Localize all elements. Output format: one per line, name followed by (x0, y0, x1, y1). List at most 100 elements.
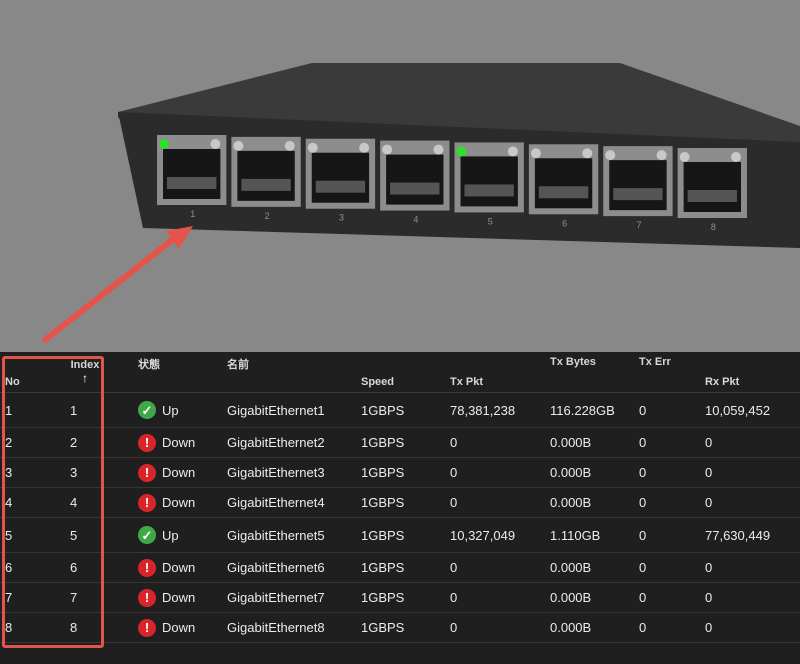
rj45-pins (613, 188, 663, 201)
cell-status: ! Down (138, 457, 227, 488)
port-number-label: 1 (190, 209, 195, 219)
cell-tx-err: 0 (639, 517, 705, 553)
cell-name: GigabitEthernet3 (227, 457, 361, 488)
port-led (456, 146, 467, 157)
cell-tx-bytes: 0.000B (550, 457, 639, 488)
cell-rx-pkt: 0 (705, 427, 800, 458)
cell-tx-err: 0 (639, 612, 705, 643)
alert-circle-icon: ! (138, 558, 156, 577)
cell-status: ! Down (138, 427, 227, 458)
status-label: Up (162, 527, 179, 543)
port-led (679, 152, 690, 162)
table-row[interactable]: 7 7! Down GigabitEthernet7 1GBPS 0 0.000B 0 0 (0, 582, 800, 613)
alert-circle-icon: ! (138, 618, 156, 637)
cell-no: 4 (0, 487, 70, 518)
cell-speed: 1GBPS (361, 582, 450, 613)
alert-circle-icon: ! (138, 493, 156, 512)
cell-index: 4 (70, 487, 138, 518)
status-label: Up (162, 402, 179, 418)
alert-circle-icon: ! (138, 433, 156, 452)
table-row[interactable]: 1 1 ✓ Up GigabitEthernet1 1GBPS 78,381,238 116.… (0, 392, 800, 428)
port-led-secondary (433, 144, 444, 155)
port-led (382, 144, 393, 155)
cell-index: 7 (70, 582, 138, 613)
port-led-secondary (656, 150, 667, 161)
header-tx-bytes[interactable]: Tx Bytes (550, 352, 639, 393)
interface-table-container: No Index ↑ 状態 名前 Speed Tx Pkt Tx Bytes T… (0, 352, 800, 664)
port-number-label: 4 (413, 215, 418, 225)
cell-status: ✓ Up (138, 392, 227, 428)
rj45-jack (609, 160, 667, 211)
cell-index: 3 (70, 457, 138, 488)
cell-tx-err: 0 (639, 487, 705, 518)
table-row[interactable]: 2 2! Down GigabitEthernet2 1GBPS 0 0.000B 0 0 (0, 427, 800, 458)
header-speed[interactable]: Speed (361, 352, 450, 393)
port-led-secondary (731, 152, 741, 162)
port-led (530, 148, 541, 159)
cell-name: GigabitEthernet2 (227, 427, 361, 458)
cell-tx-pkt: 78,381,238 (450, 392, 550, 428)
table-body: 1 1 ✓ Up GigabitEthernet1 1GBPS 78,381,238 116.… (0, 392, 800, 643)
header-name[interactable]: 名前 (227, 352, 361, 393)
rj45-jack (311, 152, 370, 203)
cell-speed: 1GBPS (361, 392, 450, 428)
cell-no: 5 (0, 517, 70, 553)
rj45-pins (315, 180, 366, 193)
header-index[interactable]: Index ↑ (70, 352, 138, 393)
rj45-jack (386, 154, 444, 205)
status-label: Down (162, 465, 196, 480)
cell-status: ! Down (138, 487, 227, 518)
table-row[interactable]: 4 4! Down GigabitEthernet4 1GBPS 0 0.000B 0 0 (0, 487, 800, 518)
cell-speed: 1GBPS (361, 552, 450, 583)
cell-name: GigabitEthernet8 (227, 612, 361, 643)
cell-name: GigabitEthernet1 (227, 392, 361, 428)
cell-rx-pkt: 77,630,449 (705, 517, 800, 553)
rj45-jack (460, 156, 518, 207)
header-tx-pkt[interactable]: Tx Pkt (450, 352, 550, 393)
port-led (307, 142, 318, 153)
cell-tx-bytes: 0.000B (550, 487, 639, 518)
cell-no: 1 (0, 392, 70, 428)
port-number-label: 8 (711, 222, 716, 232)
cell-tx-pkt: 0 (450, 457, 550, 488)
cell-rx-pkt: 0 (705, 582, 800, 613)
port-led-secondary (359, 142, 370, 153)
cell-speed: 1GBPS (361, 612, 450, 643)
port-number-label: 5 (488, 216, 493, 226)
rj45-jack (163, 149, 221, 199)
cell-index: 1 (70, 392, 138, 428)
cell-tx-bytes: 0.000B (550, 582, 639, 613)
switch-illustration: 1 2 3 4 5 6 7 8 (118, 63, 800, 248)
status-label: Down (162, 495, 196, 510)
header-status[interactable]: 状態 (138, 352, 227, 393)
status-label: Down (162, 620, 196, 635)
status-label: Down (162, 590, 196, 605)
cell-tx-pkt: 10,327,049 (450, 517, 550, 553)
cell-tx-bytes: 0.000B (550, 612, 639, 643)
cell-status: ! Down (138, 582, 227, 613)
switch-3d-view: 1 2 3 4 5 6 7 8 (0, 0, 800, 352)
cell-rx-pkt: 0 (705, 552, 800, 583)
table-row[interactable]: 3 3! Down GigabitEthernet3 1GBPS 0 0.000B 0 0 (0, 457, 800, 488)
header-no[interactable]: No (0, 352, 70, 393)
cell-speed: 1GBPS (361, 457, 450, 488)
cell-name: GigabitEthernet4 (227, 487, 361, 518)
arrow-up-icon[interactable]: ↑ (82, 371, 88, 385)
cell-tx-pkt: 0 (450, 487, 550, 518)
port-led-secondary (210, 139, 221, 149)
port-led (159, 139, 169, 149)
cell-tx-bytes: 1.110GB (550, 517, 639, 553)
port-led-secondary (284, 140, 295, 151)
table-row[interactable]: 5 5 ✓ Up GigabitEthernet5 1GBPS 10,327,049 1.11… (0, 517, 800, 553)
table-row[interactable]: 8 8! Down GigabitEthernet8 1GBPS 0 0.000B 0 0 (0, 612, 800, 643)
cell-rx-pkt: 10,059,452 (705, 392, 800, 428)
header-tx-err[interactable]: Tx Err (639, 352, 705, 393)
cell-speed: 1GBPS (361, 517, 450, 553)
cell-status: ! Down (138, 552, 227, 583)
cell-rx-pkt: 0 (705, 487, 800, 518)
header-rx-pkt[interactable]: Rx Pkt (705, 352, 800, 393)
alert-circle-icon: ! (138, 463, 156, 482)
table-row[interactable]: 6 6! Down GigabitEthernet6 1GBPS 0 0.000B 0 0 (0, 552, 800, 583)
cell-no: 6 (0, 552, 70, 583)
port-number-label: 6 (562, 218, 567, 228)
